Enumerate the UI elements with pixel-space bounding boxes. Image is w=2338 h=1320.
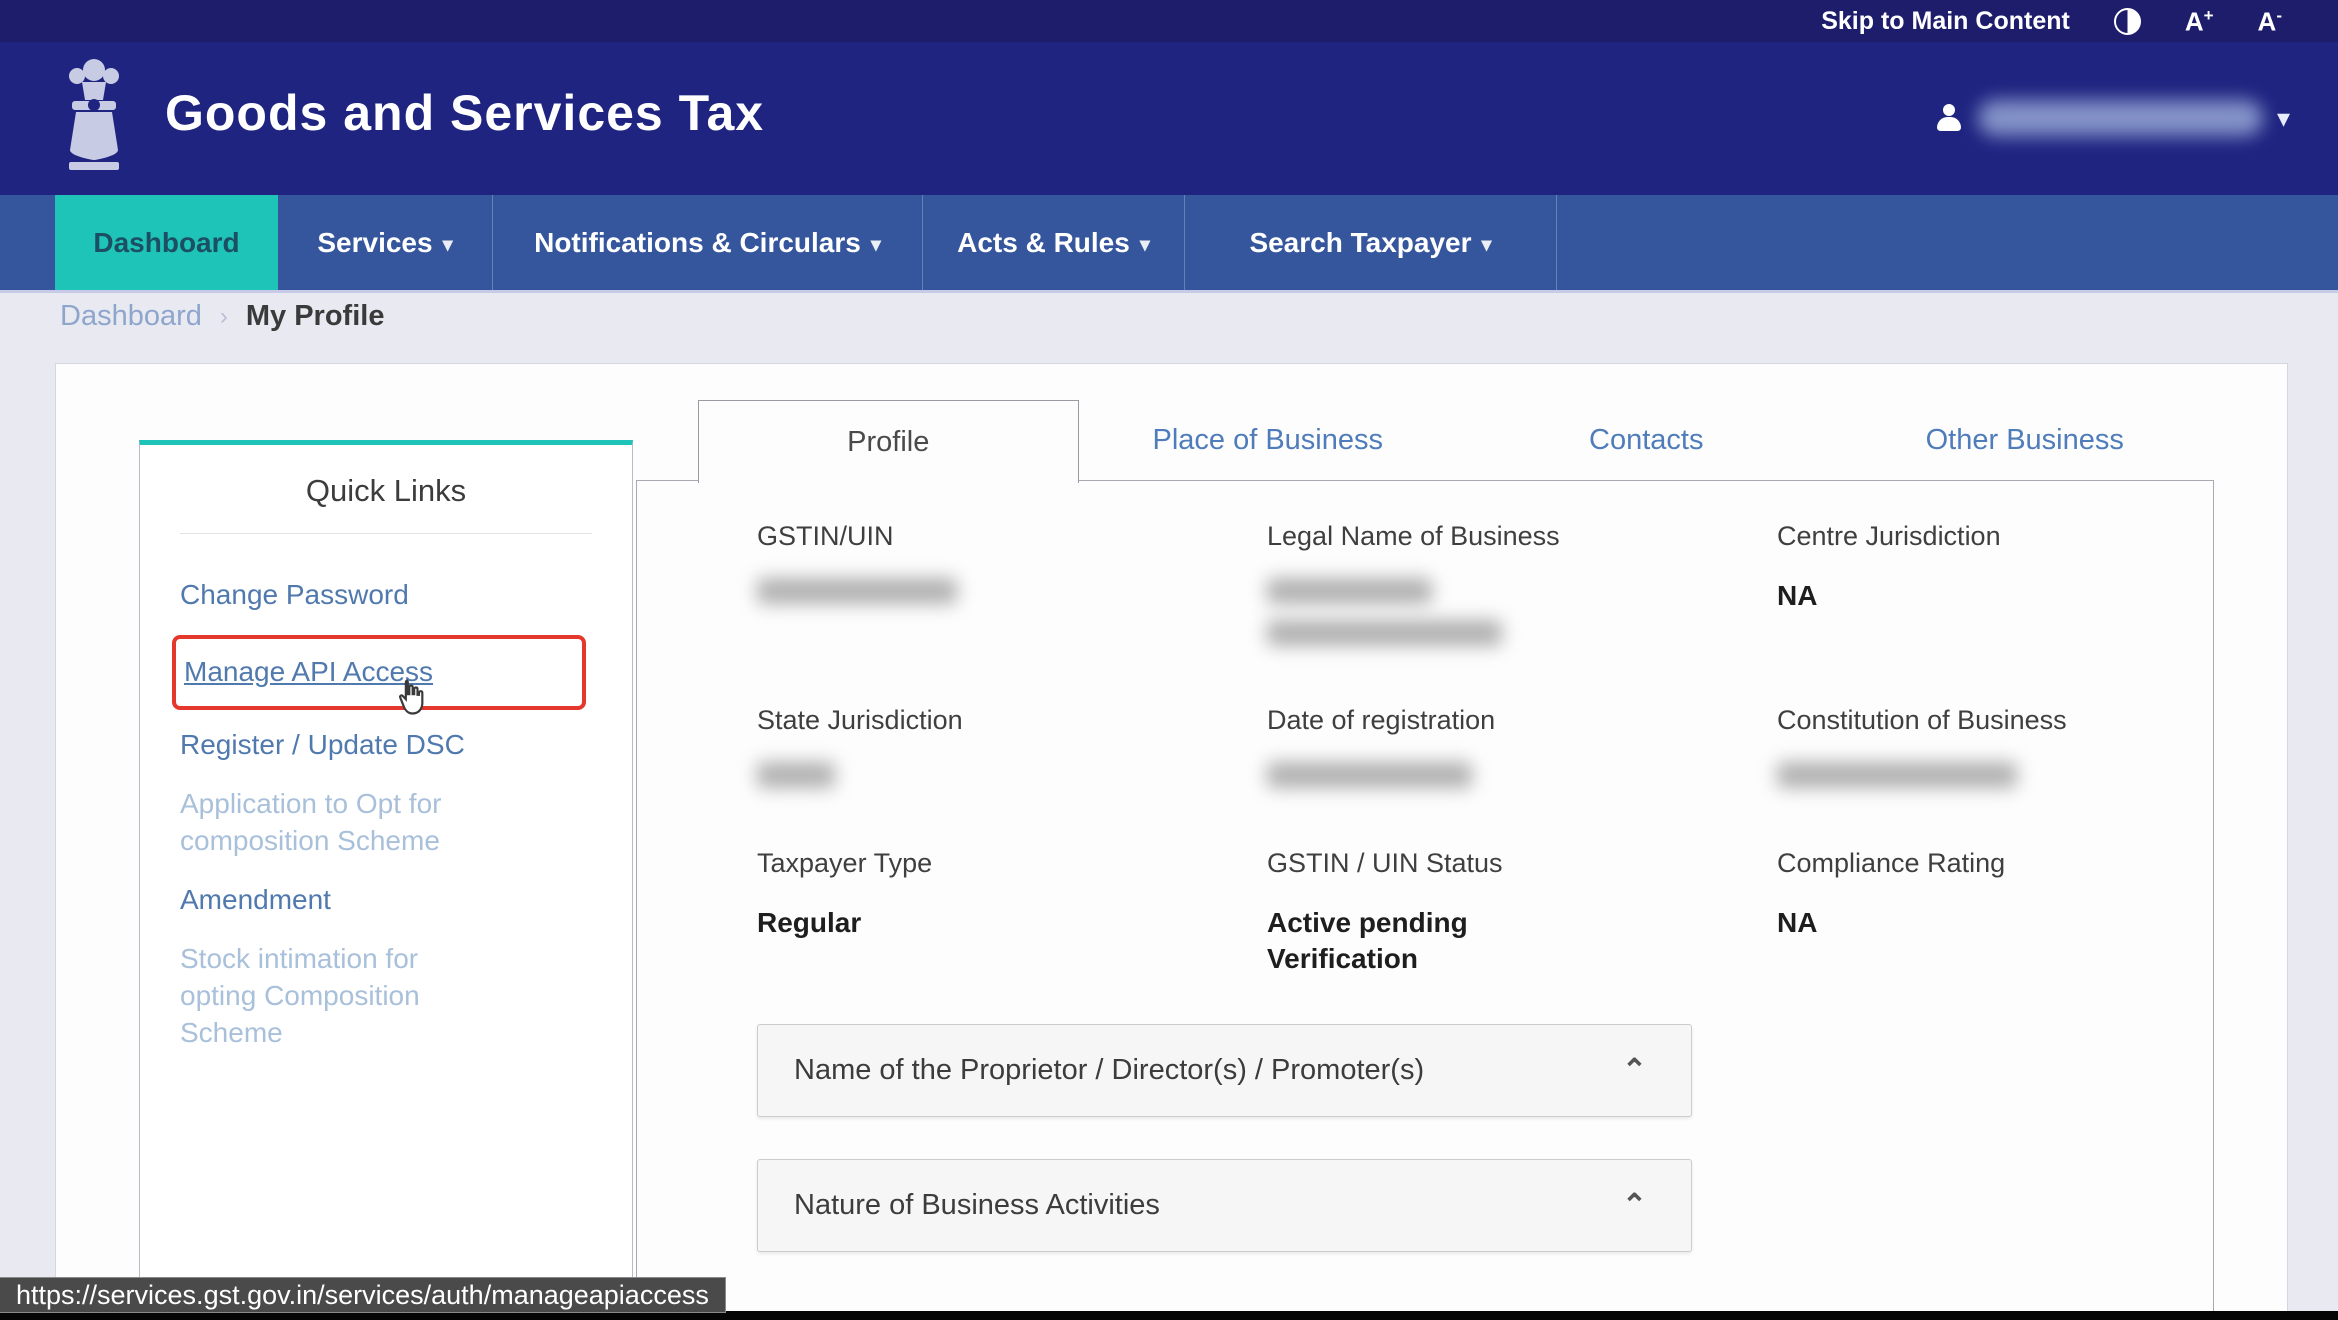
header: Goods and Services Tax ▾ [0,42,2338,195]
navbar-divider [0,290,2338,293]
user-menu[interactable]: ▾ [1934,100,2290,136]
redacted-value [1267,762,1472,788]
quick-link-manage-api-access[interactable]: Manage API Access [172,635,586,715]
gst-portal-page: Skip to Main Content A+ A- Goods and Ser… [0,0,2338,1320]
nav-item-services[interactable]: Services ▾ [278,195,493,290]
tab-profile[interactable]: Profile [698,400,1079,483]
chevron-up-icon: ⌃ [1621,1054,1647,1087]
link-preview-tooltip: https://services.gst.gov.in/services/aut… [0,1277,726,1313]
caret-down-icon: ▾ [1139,234,1150,256]
tab-place-of-business[interactable]: Place of Business [1079,400,1458,481]
redacted-value [1777,762,2017,788]
profile-field-row: Taxpayer Type Regular GSTIN / UIN Status… [637,848,2215,977]
tab-other-business[interactable]: Other Business [1836,400,2215,481]
caret-down-icon: ▾ [442,234,453,256]
skip-to-main-content-link[interactable]: Skip to Main Content [1821,7,2070,36]
quick-link-stock-intimation[interactable]: Stock intimation for opting Composition … [180,940,632,1051]
profile-field-row: State Jurisdiction Date of registration … [637,705,2215,788]
font-increase-button[interactable]: A+ [2185,7,2214,35]
quick-links-list: Change Password Manage API Access Regist… [172,576,632,1051]
redacted-value [757,762,835,788]
divider [180,533,592,534]
quick-link-change-password[interactable]: Change Password [180,576,632,613]
nav-item-notifications-circulars[interactable]: Notifications & Circulars ▾ [493,195,923,290]
quick-link-opt-composition-scheme[interactable]: Application to Opt for composition Schem… [180,785,632,859]
chevron-up-icon: ⌃ [1621,1189,1647,1222]
india-emblem-icon [60,54,128,187]
field-compliance-rating: Compliance Rating NA [1777,848,2006,938]
field-date-of-registration: Date of registration [1267,705,1777,788]
field-gstin-uin: GSTIN/UIN [757,521,1267,646]
breadcrumb: Dashboard › My Profile [60,300,384,333]
field-state-jurisdiction: State Jurisdiction [757,705,1267,788]
breadcrumb-current-page: My Profile [245,300,385,332]
chevron-down-icon: ▾ [2276,102,2290,133]
redacted-value [757,578,957,604]
nav-item-search-taxpayer[interactable]: Search Taxpayer ▾ [1185,195,1557,290]
field-gstin-uin-status: GSTIN / UIN Status Active pending Verifi… [1267,848,1503,974]
nav-item-acts-rules[interactable]: Acts & Rules ▾ [923,195,1185,290]
user-icon [1934,103,1964,133]
page-title: Goods and Services Tax [165,85,765,141]
contrast-toggle-icon[interactable] [2113,7,2141,35]
quick-links-title: Quick Links [305,473,467,508]
redacted-value [1267,578,1432,604]
quick-links-panel: Quick Links Change Password Manage API A… [139,440,633,1311]
profile-field-row: GSTIN/UIN Legal Name of Business Centre … [637,521,2215,646]
field-centre-jurisdiction: Centre Jurisdiction NA [1777,521,2001,611]
redacted-value [1267,620,1502,646]
font-decrease-button[interactable]: A- [2258,7,2282,35]
accordion-nature-of-business[interactable]: Nature of Business Activities ⌃ [757,1159,1692,1252]
username-redacted [1977,100,2263,136]
profile-tab-panel: GSTIN/UIN Legal Name of Business Centre … [636,480,2214,1311]
content-card: Quick Links Change Password Manage API A… [55,363,2288,1312]
field-constitution-of-business: Constitution of Business [1777,705,2197,788]
caret-down-icon: ▾ [870,234,881,256]
nav-item-dashboard[interactable]: Dashboard [55,195,278,290]
accordion-proprietor-directors-promoters[interactable]: Name of the Proprietor / Director(s) / P… [757,1024,1692,1117]
profile-tabs: Profile Place of Business Contacts Other… [698,400,2215,483]
hand-cursor-icon [391,677,431,724]
field-legal-name: Legal Name of Business [1267,521,1777,646]
breadcrumb-dashboard-link[interactable]: Dashboard [60,300,202,333]
quick-link-amendment[interactable]: Amendment [180,881,632,918]
quick-link-register-update-dsc[interactable]: Register / Update DSC [180,726,632,763]
main-navigation: Dashboard Services ▾ Notifications & Cir… [0,195,2338,290]
breadcrumb-separator-icon: › [219,302,228,330]
field-taxpayer-type: Taxpayer Type Regular [757,848,933,938]
tab-contacts[interactable]: Contacts [1457,400,1836,481]
utility-bar: Skip to Main Content A+ A- [0,0,2338,42]
caret-down-icon: ▾ [1481,234,1492,256]
